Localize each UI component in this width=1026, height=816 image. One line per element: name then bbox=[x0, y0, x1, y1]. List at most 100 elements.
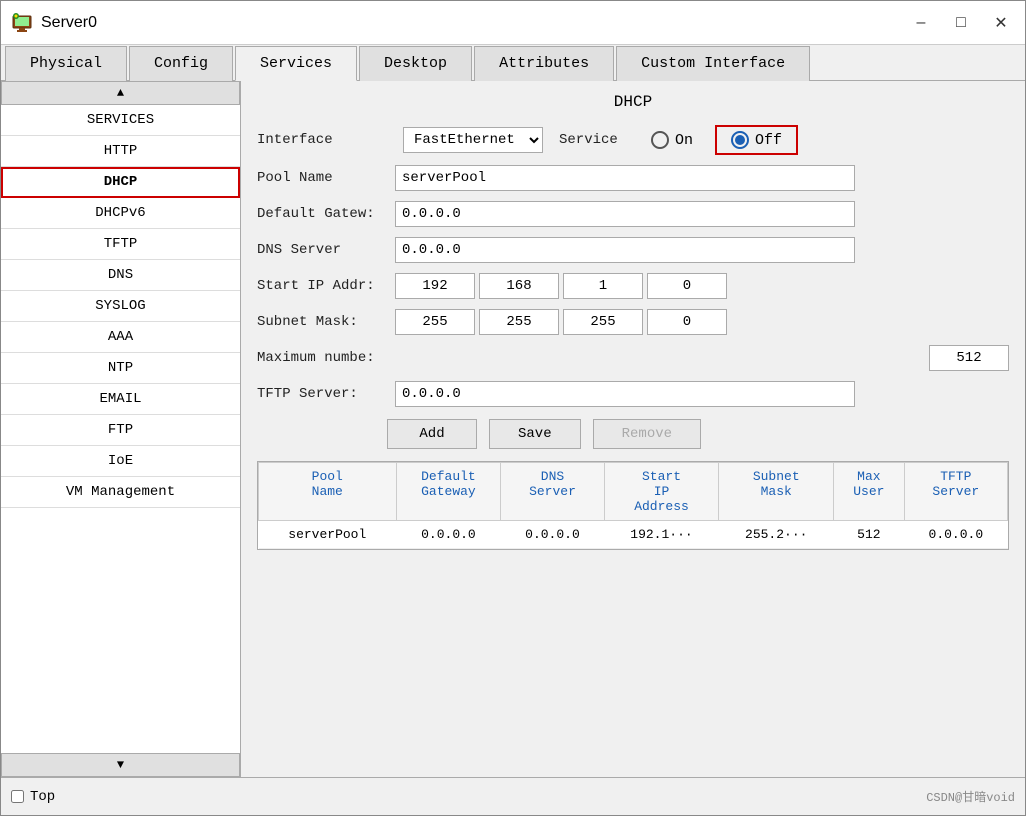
start-ip-row: Start IP Addr: bbox=[257, 273, 1009, 299]
start-ip-part1[interactable] bbox=[395, 273, 475, 299]
scroll-down-button[interactable]: ▼ bbox=[1, 753, 240, 777]
sidebar-item-vm-management[interactable]: VM Management bbox=[1, 477, 240, 508]
max-users-input[interactable] bbox=[929, 345, 1009, 371]
top-checkbox[interactable] bbox=[11, 790, 24, 803]
pool-name-row: Pool Name serverPool bbox=[257, 165, 1009, 191]
sidebar-item-dns[interactable]: DNS bbox=[1, 260, 240, 291]
max-users-row: Maximum numbe: bbox=[257, 345, 1009, 371]
on-radio-group: On bbox=[645, 127, 699, 153]
subnet-part1[interactable] bbox=[395, 309, 475, 335]
cell-start-ip: 192.1··· bbox=[604, 521, 719, 549]
subnet-mask-label: Subnet Mask: bbox=[257, 314, 387, 330]
sidebar-item-tftp[interactable]: TFTP bbox=[1, 229, 240, 260]
content-area: ▲ SERVICES HTTP DHCP DHCPv6 TFTP DNS SYS… bbox=[1, 81, 1025, 777]
tab-custom-interface[interactable]: Custom Interface bbox=[616, 46, 810, 81]
start-ip-part2[interactable] bbox=[479, 273, 559, 299]
dns-server-label: DNS Server bbox=[257, 242, 387, 258]
service-label: Service bbox=[559, 132, 629, 148]
off-radio-group: Off bbox=[715, 125, 798, 155]
cell-pool-name: serverPool bbox=[259, 521, 397, 549]
max-users-label: Maximum numbe: bbox=[257, 350, 387, 366]
sidebar-item-email[interactable]: EMAIL bbox=[1, 384, 240, 415]
subnet-part2[interactable] bbox=[479, 309, 559, 335]
col-max-users: MaxUser bbox=[834, 463, 905, 521]
sidebar-item-services[interactable]: SERVICES bbox=[1, 105, 240, 136]
close-button[interactable]: ✕ bbox=[987, 9, 1015, 37]
bottom-bar: Top CSDN@甘暗void bbox=[1, 777, 1025, 815]
tftp-server-input[interactable] bbox=[395, 381, 855, 407]
tab-services[interactable]: Services bbox=[235, 46, 357, 81]
interface-row: Interface FastEthernet Service On Off bbox=[257, 125, 1009, 155]
dns-server-input[interactable] bbox=[395, 237, 855, 263]
default-gateway-label: Default Gatew: bbox=[257, 206, 387, 222]
start-ip-part3[interactable] bbox=[563, 273, 643, 299]
dhcp-table-container: PoolName DefaultGateway DNSServer StartI… bbox=[257, 461, 1009, 550]
start-ip-group bbox=[395, 273, 727, 299]
tftp-server-row: TFTP Server: bbox=[257, 381, 1009, 407]
sidebar-item-dhcp[interactable]: DHCP bbox=[1, 167, 240, 198]
on-label: On bbox=[675, 132, 693, 149]
scroll-up-button[interactable]: ▲ bbox=[1, 81, 240, 105]
window-title: Server0 bbox=[41, 14, 907, 32]
pool-name-input[interactable]: serverPool bbox=[395, 165, 855, 191]
sidebar-item-http[interactable]: HTTP bbox=[1, 136, 240, 167]
maximize-button[interactable]: □ bbox=[947, 9, 975, 37]
subnet-mask-group bbox=[395, 309, 727, 335]
interface-label: Interface bbox=[257, 132, 387, 148]
cell-max-users: 512 bbox=[834, 521, 905, 549]
sidebar: ▲ SERVICES HTTP DHCP DHCPv6 TFTP DNS SYS… bbox=[1, 81, 241, 777]
tab-config[interactable]: Config bbox=[129, 46, 233, 81]
sidebar-item-ftp[interactable]: FTP bbox=[1, 415, 240, 446]
subnet-part4[interactable] bbox=[647, 309, 727, 335]
pool-name-label: Pool Name bbox=[257, 170, 387, 186]
start-ip-part4[interactable] bbox=[647, 273, 727, 299]
app-icon bbox=[11, 12, 33, 34]
watermark: CSDN@甘暗void bbox=[926, 788, 1015, 805]
sidebar-list: SERVICES HTTP DHCP DHCPv6 TFTP DNS SYSLO… bbox=[1, 105, 240, 753]
tab-physical[interactable]: Physical bbox=[5, 46, 127, 81]
col-default-gateway: DefaultGateway bbox=[396, 463, 501, 521]
cell-default-gateway: 0.0.0.0 bbox=[396, 521, 501, 549]
dhcp-table: PoolName DefaultGateway DNSServer StartI… bbox=[258, 462, 1008, 549]
col-tftp-server: TFTPServer bbox=[904, 463, 1007, 521]
col-pool-name: PoolName bbox=[259, 463, 397, 521]
col-subnet-mask: SubnetMask bbox=[719, 463, 834, 521]
main-window: Server0 – □ ✕ Physical Config Services D… bbox=[0, 0, 1026, 816]
default-gateway-row: Default Gatew: bbox=[257, 201, 1009, 227]
interface-select[interactable]: FastEthernet bbox=[403, 127, 543, 153]
sidebar-item-ioe[interactable]: IoE bbox=[1, 446, 240, 477]
sidebar-item-dhcpv6[interactable]: DHCPv6 bbox=[1, 198, 240, 229]
off-label: Off bbox=[755, 132, 782, 149]
subnet-part3[interactable] bbox=[563, 309, 643, 335]
minimize-button[interactable]: – bbox=[907, 9, 935, 37]
cell-tftp-server: 0.0.0.0 bbox=[904, 521, 1007, 549]
sidebar-item-syslog[interactable]: SYSLOG bbox=[1, 291, 240, 322]
cell-subnet-mask: 255.2··· bbox=[719, 521, 834, 549]
panel-title: DHCP bbox=[257, 93, 1009, 111]
window-controls: – □ ✕ bbox=[907, 9, 1015, 37]
default-gateway-input[interactable] bbox=[395, 201, 855, 227]
top-label: Top bbox=[30, 789, 55, 805]
table-row[interactable]: serverPool 0.0.0.0 0.0.0.0 192.1··· 255.… bbox=[259, 521, 1008, 549]
start-ip-label: Start IP Addr: bbox=[257, 278, 387, 294]
tab-bar: Physical Config Services Desktop Attribu… bbox=[1, 45, 1025, 81]
sidebar-item-aaa[interactable]: AAA bbox=[1, 322, 240, 353]
title-bar: Server0 – □ ✕ bbox=[1, 1, 1025, 45]
tab-desktop[interactable]: Desktop bbox=[359, 46, 472, 81]
subnet-mask-row: Subnet Mask: bbox=[257, 309, 1009, 335]
remove-button[interactable]: Remove bbox=[593, 419, 701, 449]
cell-dns-server: 0.0.0.0 bbox=[501, 521, 604, 549]
add-button[interactable]: Add bbox=[387, 419, 477, 449]
sidebar-item-ntp[interactable]: NTP bbox=[1, 353, 240, 384]
main-panel: DHCP Interface FastEthernet Service On O… bbox=[241, 81, 1025, 777]
button-row: Add Save Remove bbox=[387, 419, 1009, 449]
top-checkbox-label[interactable]: Top bbox=[11, 789, 55, 805]
dns-server-row: DNS Server bbox=[257, 237, 1009, 263]
col-dns-server: DNSServer bbox=[501, 463, 604, 521]
off-radio[interactable] bbox=[731, 131, 749, 149]
col-start-ip: StartIPAddress bbox=[604, 463, 719, 521]
tftp-server-label: TFTP Server: bbox=[257, 386, 387, 402]
tab-attributes[interactable]: Attributes bbox=[474, 46, 614, 81]
save-button[interactable]: Save bbox=[489, 419, 581, 449]
on-radio[interactable] bbox=[651, 131, 669, 149]
